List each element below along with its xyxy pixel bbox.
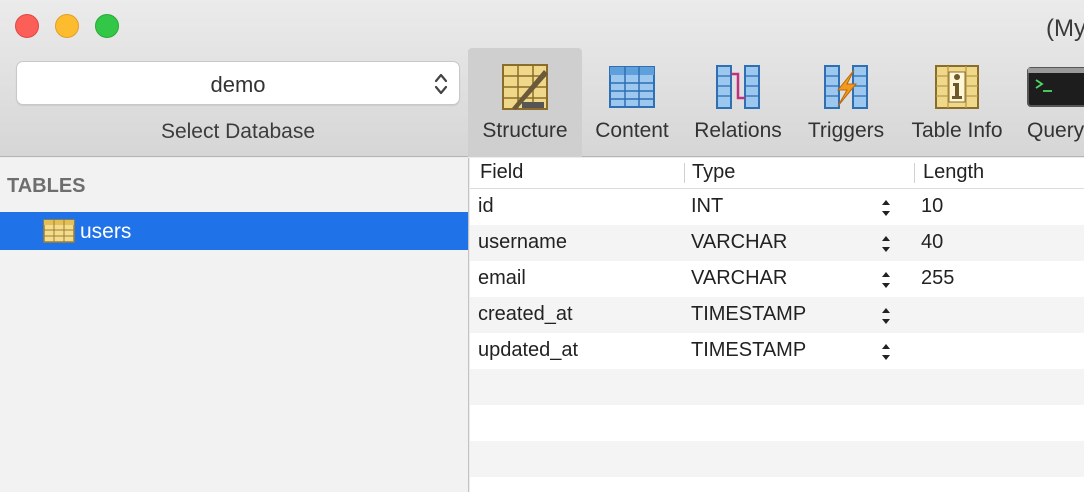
- zoom-window-button[interactable]: [95, 14, 119, 38]
- column-header-length[interactable]: Length: [923, 161, 984, 184]
- table-icon: [43, 219, 75, 243]
- database-select-value: demo: [210, 72, 266, 97]
- toolbar-table-info-label: Table Info: [911, 119, 1003, 142]
- type-stepper-icon[interactable]: [880, 233, 892, 255]
- table-row[interactable]: id INT 10: [470, 189, 1084, 225]
- toolbar-structure-button[interactable]: Structure: [468, 48, 582, 157]
- structure-table: Field Type Length id INT 10 username VAR…: [470, 158, 1084, 492]
- cell-type[interactable]: INT: [691, 195, 723, 218]
- terminal-icon: [1027, 67, 1084, 107]
- tables-header: TABLES: [7, 175, 86, 197]
- cell-type[interactable]: VARCHAR: [691, 231, 787, 254]
- sidebar-table-users[interactable]: users: [0, 212, 468, 250]
- toolbar-relations-button[interactable]: Relations: [686, 48, 790, 157]
- sidebar-table-label: users: [80, 220, 132, 243]
- column-header-type[interactable]: Type: [692, 161, 735, 184]
- cell-length[interactable]: 255: [921, 267, 954, 290]
- cell-length[interactable]: 10: [921, 195, 943, 218]
- toolbar-triggers-label: Triggers: [807, 119, 885, 142]
- table-row[interactable]: updated_at TIMESTAMP: [470, 333, 1084, 369]
- content-icon: [609, 66, 655, 108]
- cell-field[interactable]: email: [478, 267, 526, 290]
- empty-row: [470, 405, 1084, 441]
- cell-field[interactable]: created_at: [478, 303, 573, 326]
- cell-field[interactable]: updated_at: [478, 339, 578, 362]
- cell-field[interactable]: id: [478, 195, 494, 218]
- cell-type[interactable]: TIMESTAMP: [691, 339, 806, 362]
- table-header: Field Type Length: [470, 158, 1084, 189]
- toolbar-structure-label: Structure: [482, 119, 568, 142]
- toolbar-triggers-button[interactable]: Triggers: [798, 48, 894, 157]
- relations-icon: [716, 65, 760, 109]
- tables-sidebar: TABLES users: [0, 158, 469, 492]
- table-row[interactable]: created_at TIMESTAMP: [470, 297, 1084, 333]
- empty-row: [470, 441, 1084, 477]
- toolbar-content-label: Content: [595, 119, 669, 142]
- toolbar-content-button[interactable]: Content: [584, 48, 680, 157]
- select-database-label: Select Database: [160, 120, 316, 143]
- select-updown-icon: [434, 73, 448, 95]
- empty-row: [470, 369, 1084, 405]
- toolbar-table-info-button[interactable]: Table Info: [902, 48, 1012, 157]
- table-info-icon: [935, 65, 979, 109]
- type-stepper-icon[interactable]: [880, 305, 892, 327]
- database-select[interactable]: demo: [16, 61, 460, 105]
- cell-length[interactable]: 40: [921, 231, 943, 254]
- toolbar-relations-label: Relations: [694, 119, 782, 142]
- table-row[interactable]: email VARCHAR 255: [470, 261, 1084, 297]
- column-header-field[interactable]: Field: [480, 161, 523, 184]
- structure-icon: [502, 64, 548, 110]
- window-toolbar: (My demo Select Database Structure Conte…: [0, 0, 1084, 157]
- minimize-window-button[interactable]: [55, 14, 79, 38]
- cell-type[interactable]: VARCHAR: [691, 267, 787, 290]
- cell-type[interactable]: TIMESTAMP: [691, 303, 806, 326]
- type-stepper-icon[interactable]: [880, 341, 892, 363]
- cell-field[interactable]: username: [478, 231, 567, 254]
- close-window-button[interactable]: [15, 14, 39, 38]
- window-title: (My: [1046, 15, 1084, 42]
- triggers-icon: [824, 65, 868, 109]
- table-row[interactable]: username VARCHAR 40: [470, 225, 1084, 261]
- toolbar-query-button[interactable]: Query: [1022, 48, 1084, 157]
- type-stepper-icon[interactable]: [880, 197, 892, 219]
- type-stepper-icon[interactable]: [880, 269, 892, 291]
- toolbar-query-label: Query: [1027, 119, 1084, 142]
